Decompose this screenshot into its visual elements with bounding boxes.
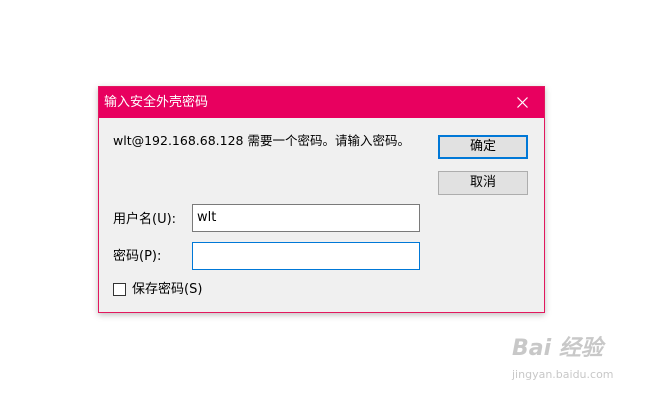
watermark-logo: Bai 经验 [512,336,603,361]
ssh-password-dialog: 输入安全外壳密码 wlt@192.168.68.128 需要一个密码。请输入密码… [98,86,545,313]
close-icon [517,97,528,108]
close-button[interactable] [500,87,544,118]
baidu-jingyan-watermark: Bai 经验 jingyan.baidu.com [512,324,662,384]
username-label: 用户名(U): [113,212,177,227]
ok-button[interactable]: 确定 [438,135,528,159]
watermark-url: jingyan.baidu.com [512,368,614,381]
username-field[interactable]: wlt [192,204,420,232]
prompt-message: wlt@192.168.68.128 需要一个密码。请输入密码。 [113,133,410,148]
dialog-title: 输入安全外壳密码 [104,95,209,110]
save-password-label: 保存密码(S) [132,282,203,297]
dialog-titlebar: 输入安全外壳密码 [99,87,544,118]
password-field[interactable] [192,242,420,270]
cancel-button[interactable]: 取消 [438,171,528,195]
save-password-checkbox[interactable] [113,283,126,296]
password-label: 密码(P): [113,249,162,264]
